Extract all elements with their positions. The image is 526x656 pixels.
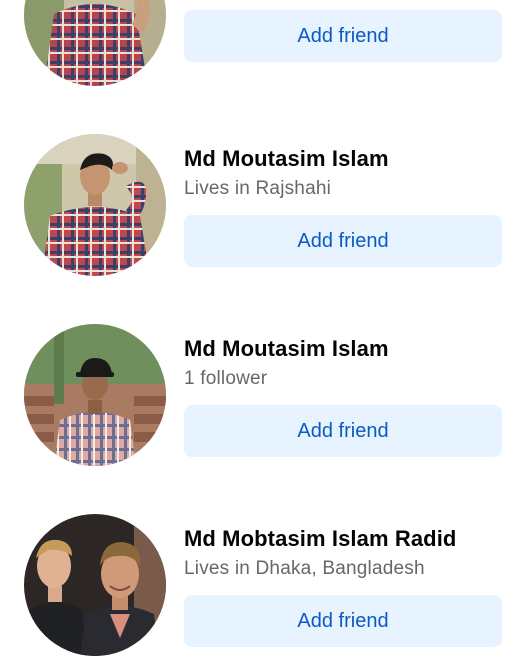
profile-name[interactable]: Md Moutasim Islam xyxy=(184,336,389,362)
profile-avatar[interactable] xyxy=(24,324,166,466)
profile-avatar[interactable] xyxy=(24,134,166,276)
two-men-photo-icon xyxy=(24,514,166,656)
add-friend-button[interactable]: Add friend xyxy=(184,10,502,62)
profile-name[interactable]: Md Mobtasim Islam Radid xyxy=(184,526,456,552)
person-cap-plaid-shirt-photo-icon xyxy=(24,324,166,466)
profile-subtitle: 1 follower xyxy=(184,368,268,389)
profile-name[interactable]: Md Moutasim Islam xyxy=(184,146,389,172)
add-friend-button[interactable]: Add friend xyxy=(184,215,502,267)
add-friend-button[interactable]: Add friend xyxy=(184,405,502,457)
person-plaid-shirt-photo-icon xyxy=(24,0,166,86)
profile-subtitle: Lives in Rajshahi xyxy=(184,178,332,199)
profile-avatar[interactable] xyxy=(24,0,166,86)
person-plaid-shirt-photo-icon xyxy=(24,134,166,276)
add-friend-button[interactable]: Add friend xyxy=(184,595,502,647)
profile-subtitle: Lives in Dhaka, Bangladesh xyxy=(184,558,425,579)
profile-avatar[interactable] xyxy=(24,514,166,656)
